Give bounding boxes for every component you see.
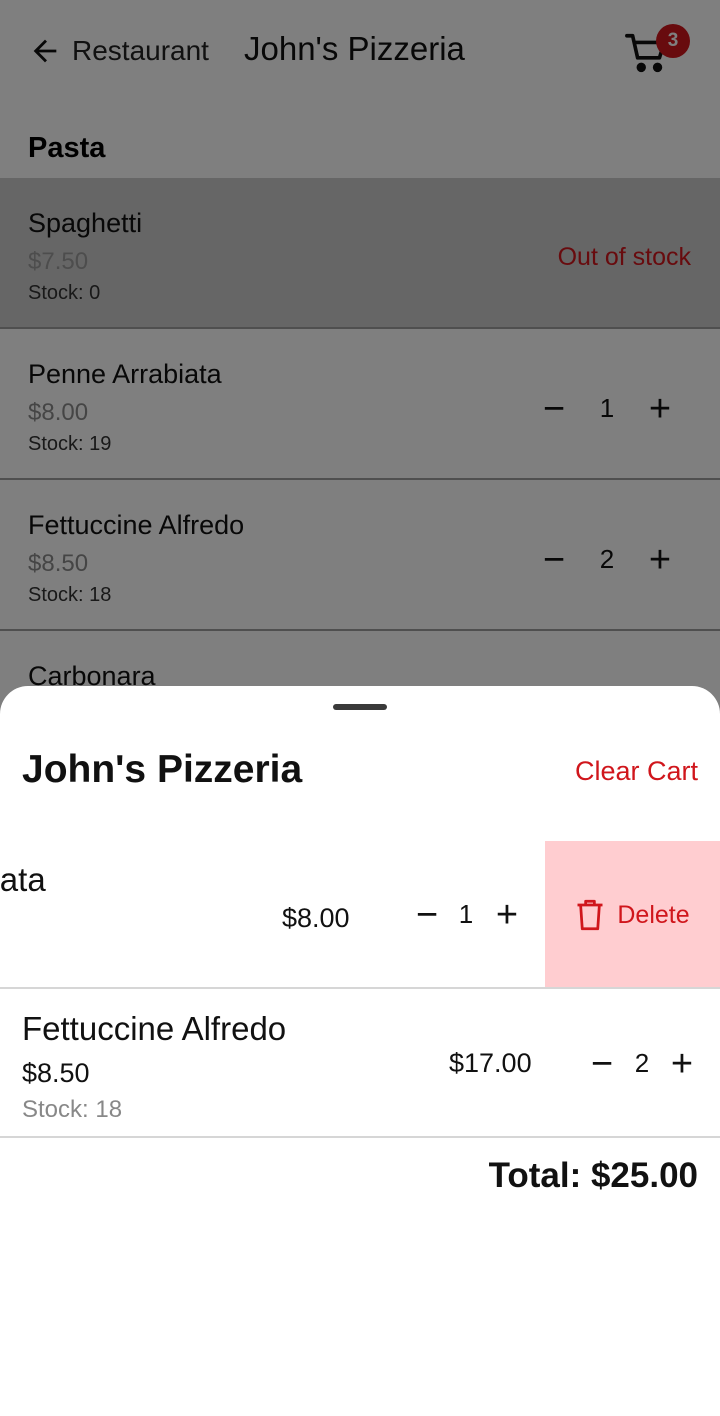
delete-button[interactable]: Delete <box>545 841 720 987</box>
quantity-value: 1 <box>458 899 474 929</box>
increase-button[interactable]: + <box>485 893 529 937</box>
clear-cart-button[interactable]: Clear Cart <box>575 756 698 787</box>
decrease-button[interactable]: − <box>580 1042 624 1086</box>
cart-item-line-total: $8.00 <box>282 903 350 933</box>
quantity-stepper: − 2 + <box>580 1042 720 1086</box>
cart-item-fettuccine-alfredo[interactable]: Fettuccine Alfredo $8.50 Stock: 18 $17.0… <box>0 990 720 1138</box>
trash-icon <box>577 899 603 931</box>
delete-label: Delete <box>617 900 690 929</box>
quantity-value: 2 <box>634 1048 650 1078</box>
drag-handle[interactable] <box>333 704 387 710</box>
cart-item-penne-arrabiata[interactable]: Penne Arrabiata $8.00 − 1 + Delete <box>0 841 720 989</box>
cart-item-stock: Stock: 18 <box>22 1096 123 1123</box>
cart-bottom-sheet: John's Pizzeria Clear Cart Penne Arrabia… <box>0 686 720 1416</box>
cart-total: Total: $25.00 <box>488 1156 698 1195</box>
cart-item-name: Penne Arrabiata <box>0 861 46 898</box>
quantity-stepper: − 1 + <box>405 893 555 937</box>
cart-title: John's Pizzeria <box>22 748 303 791</box>
cart-item-name: Fettuccine Alfredo <box>22 1010 287 1047</box>
cart-item-line-total: $17.00 <box>449 1048 532 1078</box>
increase-button[interactable]: + <box>660 1042 704 1086</box>
cart-item-price: $8.50 <box>22 1058 90 1088</box>
